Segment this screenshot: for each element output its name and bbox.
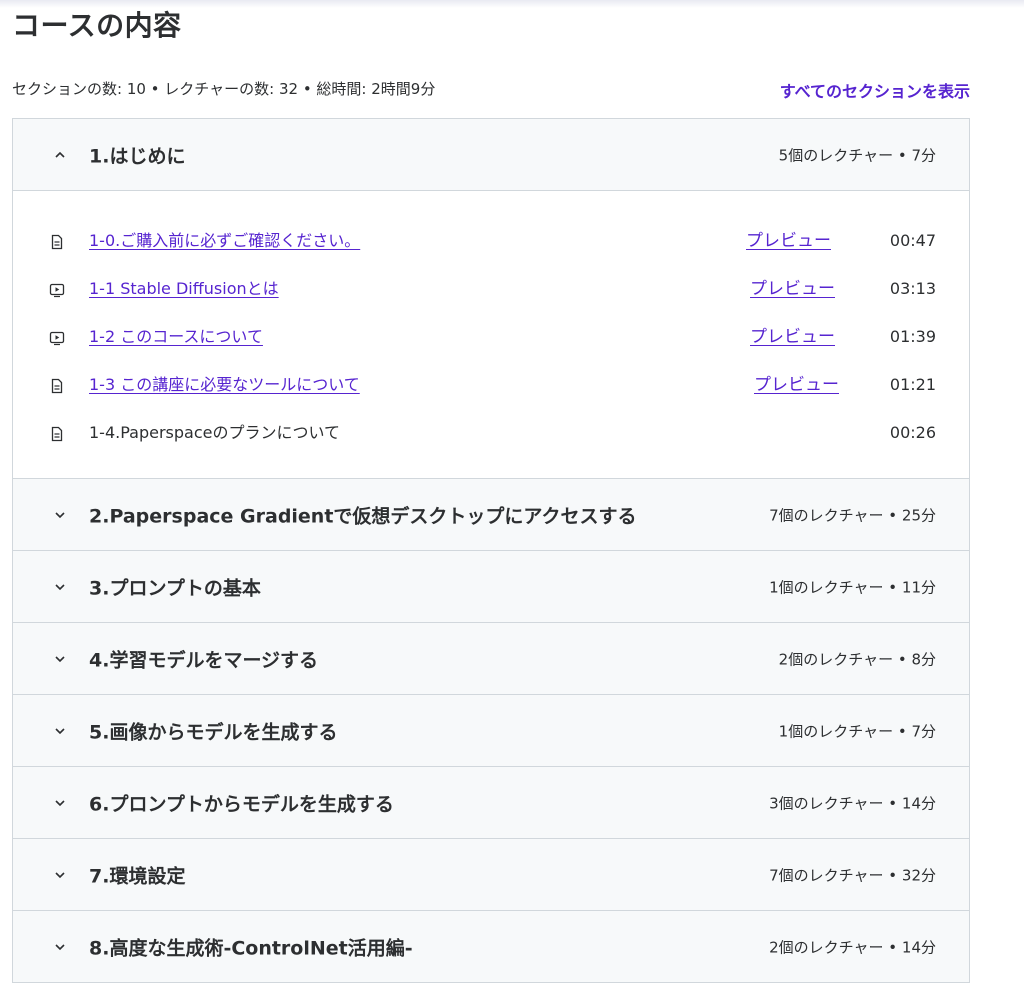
curriculum-accordion: 1.はじめに 5個のレクチャー • 7分 1-0.ご購入前に必ずご確認ください。… (12, 118, 970, 983)
section-1-lecture-list: 1-0.ご購入前に必ずご確認ください。 プレビュー 00:47 1-1 Stab… (13, 191, 969, 479)
section-header-8[interactable]: 8.高度な生成術-ControlNet活用編- 2個のレクチャー • 14分 (13, 911, 969, 983)
section-header-1[interactable]: 1.はじめに 5個のレクチャー • 7分 (13, 119, 969, 191)
lecture-item: 1-4.Paperspaceのプランについて 00:26 (13, 421, 969, 451)
section-meta: 7個のレクチャー • 25分 (769, 506, 936, 524)
chevron-up-icon (53, 148, 67, 162)
lecture-title: 1-4.Paperspaceのプランについて (89, 423, 340, 442)
lecture-title-link[interactable]: 1-3 この講座に必要なツールについて (89, 373, 360, 397)
section-header-2[interactable]: 2.Paperspace Gradientで仮想デスクトップにアクセスする 7個… (13, 479, 969, 551)
curriculum-summary: セクションの数: 10 • レクチャーの数: 32 • 総時間: 2時間9分 (12, 80, 436, 98)
document-icon (49, 234, 65, 250)
video-icon (49, 330, 65, 346)
section-title: 1.はじめに (89, 145, 186, 167)
section-title: 3.プロンプトの基本 (89, 577, 261, 599)
section-title: 7.環境設定 (89, 865, 186, 887)
lecture-item: 1-1 Stable Diffusionとは プレビュー 03:13 (13, 277, 969, 307)
chevron-down-icon (53, 796, 67, 810)
lecture-title-link[interactable]: 1-2 このコースについて (89, 325, 263, 349)
lecture-duration: 03:13 (889, 279, 936, 298)
section-meta: 5個のレクチャー • 7分 (778, 146, 936, 164)
section-meta: 2個のレクチャー • 14分 (769, 938, 936, 956)
section-meta: 3個のレクチャー • 14分 (769, 794, 936, 812)
section-title: 5.画像からモデルを生成する (89, 721, 338, 743)
lecture-title-link[interactable]: 1-0.ご購入前に必ずご確認ください。 (89, 229, 360, 253)
preview-link[interactable]: プレビュー (754, 373, 839, 397)
chevron-down-icon (53, 868, 67, 882)
lecture-duration: 00:26 (889, 423, 936, 442)
lecture-duration: 01:39 (889, 327, 936, 346)
lecture-duration: 00:47 (889, 231, 936, 250)
lecture-item: 1-3 この講座に必要なツールについて プレビュー 01:21 (13, 373, 969, 403)
chevron-down-icon (53, 652, 67, 666)
section-title: 8.高度な生成術-ControlNet活用編- (89, 937, 413, 959)
chevron-down-icon (53, 724, 67, 738)
preview-link[interactable]: プレビュー (750, 277, 835, 301)
section-header-4[interactable]: 4.学習モデルをマージする 2個のレクチャー • 8分 (13, 623, 969, 695)
lecture-duration: 01:21 (889, 375, 936, 394)
section-meta: 1個のレクチャー • 11分 (769, 578, 936, 596)
preview-link[interactable]: プレビュー (750, 325, 835, 349)
preview-link[interactable]: プレビュー (746, 229, 831, 253)
section-header-3[interactable]: 3.プロンプトの基本 1個のレクチャー • 11分 (13, 551, 969, 623)
section-meta: 7個のレクチャー • 32分 (769, 866, 936, 884)
lecture-item: 1-2 このコースについて プレビュー 01:39 (13, 325, 969, 355)
section-header-7[interactable]: 7.環境設定 7個のレクチャー • 32分 (13, 839, 969, 911)
page-title: コースの内容 (12, 9, 182, 42)
lecture-title-link[interactable]: 1-1 Stable Diffusionとは (89, 277, 279, 301)
section-header-5[interactable]: 5.画像からモデルを生成する 1個のレクチャー • 7分 (13, 695, 969, 767)
section-header-6[interactable]: 6.プロンプトからモデルを生成する 3個のレクチャー • 14分 (13, 767, 969, 839)
section-title: 4.学習モデルをマージする (89, 649, 319, 671)
section-title: 6.プロンプトからモデルを生成する (89, 793, 394, 815)
chevron-down-icon (53, 940, 67, 954)
video-icon (49, 282, 65, 298)
section-meta: 1個のレクチャー • 7分 (778, 722, 936, 740)
curriculum-summary-row: セクションの数: 10 • レクチャーの数: 32 • 総時間: 2時間9分 す… (12, 78, 970, 102)
lecture-item: 1-0.ご購入前に必ずご確認ください。 プレビュー 00:47 (13, 229, 969, 259)
document-icon (49, 426, 65, 442)
document-icon (49, 378, 65, 394)
chevron-down-icon (53, 508, 67, 522)
section-meta: 2個のレクチャー • 8分 (778, 650, 936, 668)
chevron-down-icon (53, 580, 67, 594)
section-title: 2.Paperspace Gradientで仮想デスクトップにアクセスする (89, 505, 637, 527)
expand-all-sections-button[interactable]: すべてのセクションを表示 (780, 78, 970, 102)
